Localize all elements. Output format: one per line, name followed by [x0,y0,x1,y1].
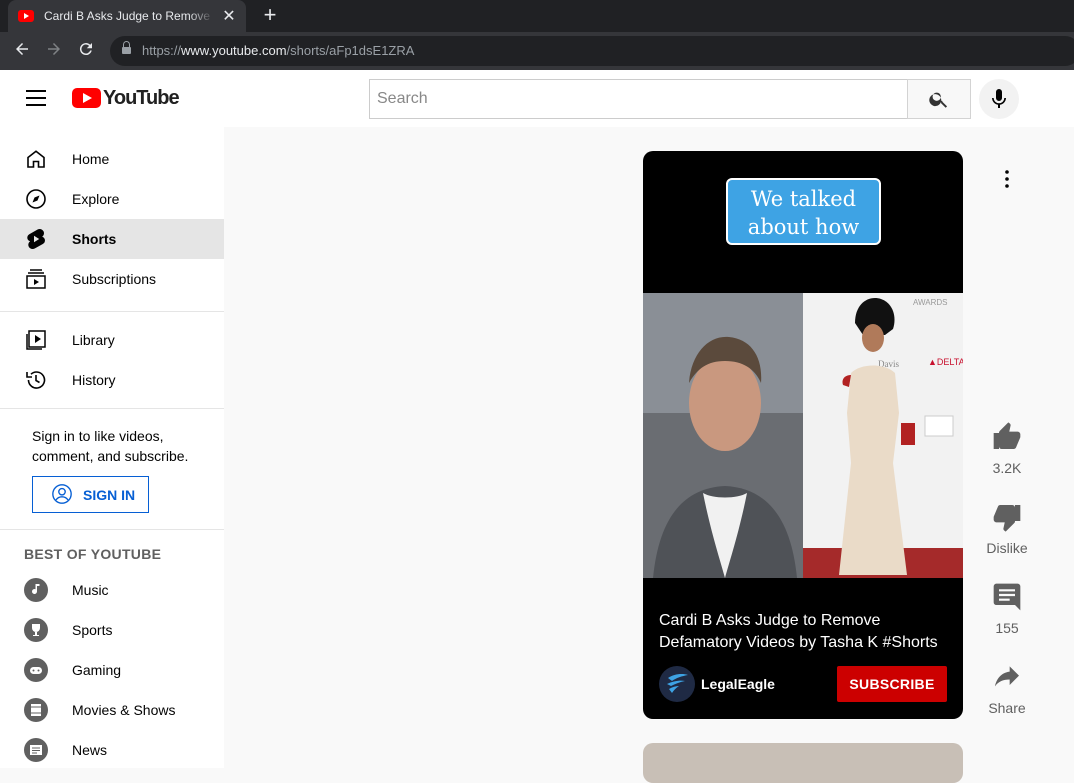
gaming-icon [24,658,48,682]
comments-button[interactable]: 155 [980,581,1034,636]
shorts-video-player[interactable]: We talked about how AWARDS ▲DELTA Davis … [643,151,963,719]
video-overlay-caption: We talked about how [726,178,881,245]
more-actions-button[interactable] [995,167,1019,191]
share-label: Share [988,700,1026,716]
channel-row: LegalEagle SUBSCRIBE [659,666,949,702]
film-icon [24,698,48,722]
sidebar-divider [0,408,224,409]
dislike-button[interactable]: Dislike [980,501,1034,556]
search-icon [929,92,948,108]
section-title: BEST OF YOUTUBE [24,546,162,562]
sign-in-button[interactable]: SIGN IN [32,476,149,513]
lock-icon [122,41,131,55]
like-count: 3.2K [992,460,1022,476]
compass-icon [26,189,46,209]
sidebar-item-history[interactable]: History [0,360,224,400]
sidebar-divider [0,311,224,312]
youtube-masthead: YouTube [0,70,1074,127]
sidebar-item-library[interactable]: Library [0,320,224,360]
sidebar-item-music[interactable]: Music [0,570,224,610]
share-icon [995,666,1019,687]
dislike-label: Dislike [986,540,1028,556]
reload-icon [79,43,92,56]
subscriptions-icon [26,269,46,289]
sidebar-item-home[interactable]: Home [0,139,224,179]
sidebar-item-sports[interactable]: Sports [0,610,224,650]
sidebar-item-news[interactable]: News [0,730,224,770]
news-icon [24,738,48,762]
close-tab-icon[interactable]: ✕ [222,6,236,26]
menu-icon[interactable] [26,90,46,106]
share-button[interactable]: Share [980,661,1034,716]
guide-sidebar: Home Explore Shorts Subscriptions Librar… [0,127,224,768]
search-input[interactable] [370,80,907,118]
like-button[interactable]: 3.2K [980,421,1034,476]
video-frame: AWARDS ▲DELTA Davis [643,293,963,578]
sidebar-item-gaming[interactable]: Gaming [0,650,224,690]
library-icon [26,330,46,350]
comment-count: 155 [995,620,1019,636]
forward-button[interactable] [42,40,66,62]
voice-search-button[interactable] [979,79,1019,119]
browser-tab[interactable]: Cardi B Asks Judge to Remove Defamatory … [8,0,246,32]
svg-text:▲DELTA: ▲DELTA [928,357,963,367]
channel-avatar[interactable] [659,666,695,702]
more-vert-icon [1005,170,1009,188]
history-icon [26,371,46,389]
search-button[interactable] [907,79,971,119]
sidebar-item-shorts[interactable]: Shorts [0,219,224,259]
sidebar-item-movies-shows[interactable]: Movies & Shows [0,690,224,730]
tab-title: Cardi B Asks Judge to Remove Defamatory … [44,9,214,23]
sidebar-item-explore[interactable]: Explore [0,179,224,219]
browser-toolbar: https://www.youtube.com/shorts/aFp1dsE1Z… [0,32,1074,70]
music-icon [24,578,48,602]
sidebar-divider [0,529,224,530]
arrow-left-icon [16,43,28,55]
shorts-icon [27,229,45,250]
trophy-icon [24,618,48,642]
next-short-preview[interactable] [643,743,963,783]
shorts-main: We talked about how AWARDS ▲DELTA Davis … [240,127,1074,783]
comment-icon [993,583,1021,611]
svg-text:AWARDS: AWARDS [913,298,948,307]
arrow-right-icon [48,43,60,55]
address-bar[interactable]: https://www.youtube.com/shorts/aFp1dsE1Z… [110,36,1074,66]
search-box [369,79,908,119]
url-text[interactable]: https://www.youtube.com/shorts/aFp1dsE1Z… [142,43,414,58]
youtube-logo[interactable]: YouTube [72,87,180,109]
reload-button[interactable] [74,40,98,62]
sidebar-item-subscriptions[interactable]: Subscriptions [0,259,224,299]
microphone-icon [992,89,1006,108]
youtube-favicon-icon [18,10,34,22]
browser-tab-bar: Cardi B Asks Judge to Remove Defamatory … [0,0,1074,32]
subscribe-button[interactable]: SUBSCRIBE [837,666,947,702]
youtube-play-logo-icon [72,88,101,108]
thumbs-down-icon [993,505,1021,532]
channel-name[interactable]: LegalEagle [701,676,775,692]
legaleagle-logo-icon [667,674,688,693]
signin-prompt: Sign in to like videos, comment, and sub… [32,428,189,464]
back-button[interactable] [10,40,34,62]
thumbs-up-icon [993,422,1021,449]
home-icon [27,150,45,168]
new-tab-button[interactable]: + [258,4,282,26]
shorts-title: Cardi B Asks Judge to Remove Defamatory … [659,612,938,651]
account-icon [52,484,72,504]
